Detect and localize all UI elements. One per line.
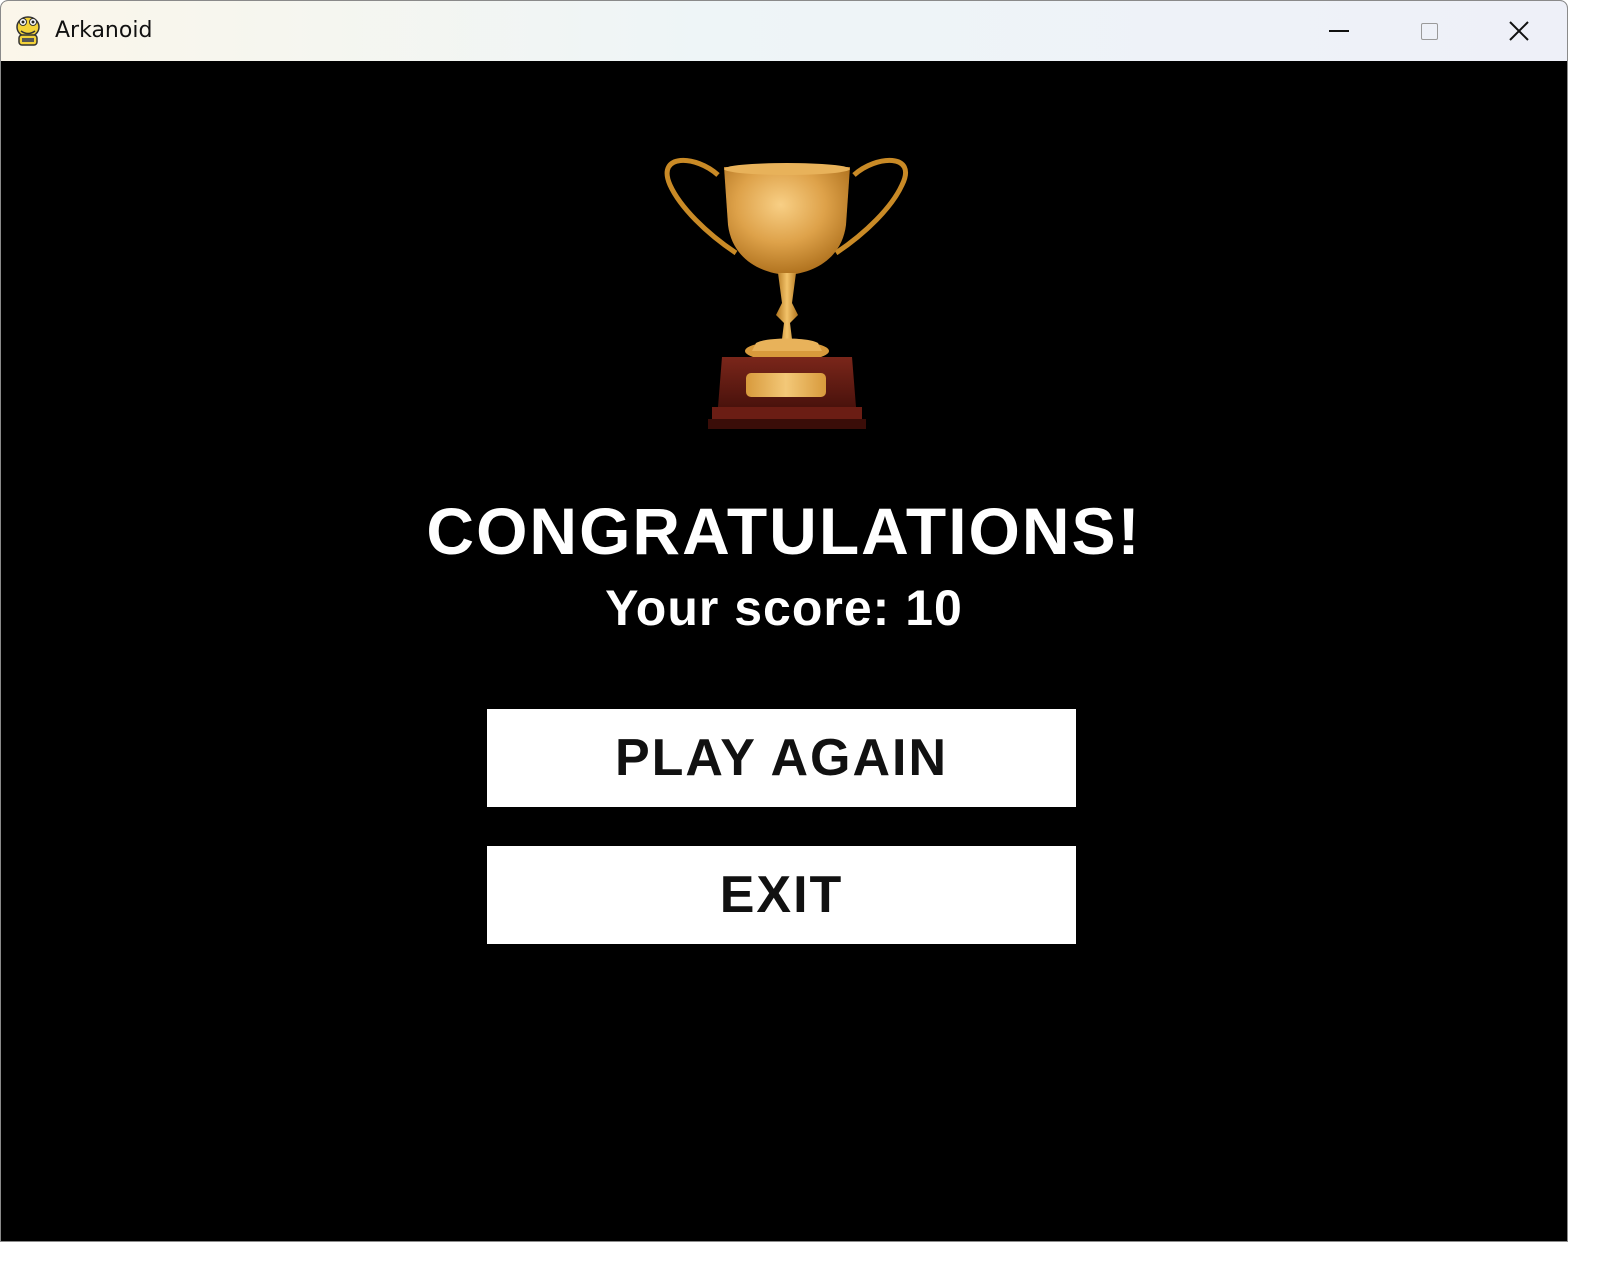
- score-text: Your score: 10: [605, 580, 963, 636]
- minimize-icon: [1329, 30, 1349, 32]
- close-button[interactable]: [1479, 1, 1559, 61]
- window-title: Arkanoid: [55, 18, 153, 43]
- app-icon: [16, 16, 40, 46]
- maximize-icon: [1420, 22, 1438, 40]
- trophy-icon: [664, 157, 908, 429]
- maximize-button[interactable]: [1389, 1, 1469, 61]
- congratulations-heading: CONGRATULATIONS!: [426, 494, 1142, 568]
- app-window: Arkanoid CONGRATULATIONS! Your score: 10…: [0, 0, 1568, 1242]
- desktop-background: [1568, 0, 1599, 1267]
- title-bar[interactable]: Arkanoid: [1, 1, 1567, 61]
- play-again-button[interactable]: PLAY AGAIN: [487, 709, 1076, 807]
- exit-button[interactable]: EXIT: [487, 846, 1076, 944]
- exit-label: EXIT: [719, 866, 844, 924]
- close-icon: [1509, 21, 1529, 41]
- minimize-button[interactable]: [1299, 1, 1379, 61]
- play-again-label: PLAY AGAIN: [614, 729, 949, 787]
- game-canvas: CONGRATULATIONS! Your score: 10 PLAY AGA…: [1, 61, 1567, 1241]
